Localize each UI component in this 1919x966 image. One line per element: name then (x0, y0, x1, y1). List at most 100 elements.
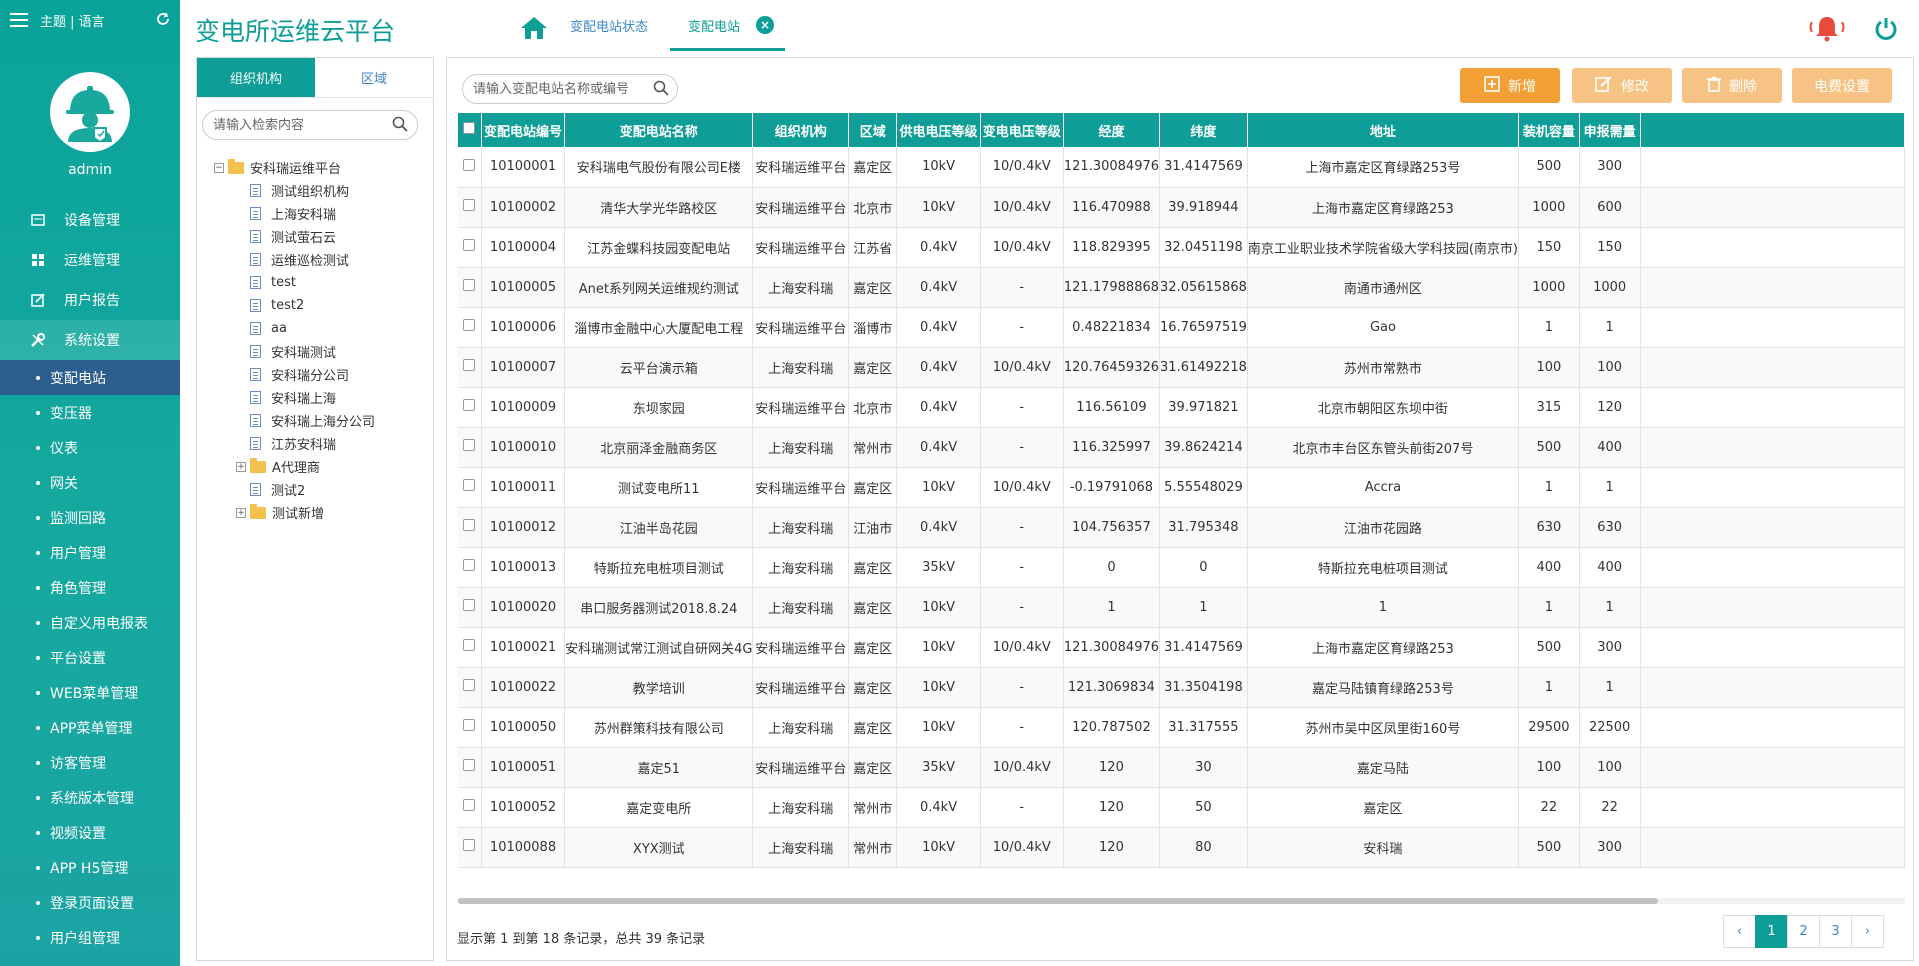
row-select-cell[interactable] (458, 547, 482, 588)
row-checkbox[interactable] (463, 679, 476, 691)
table-row[interactable]: 10100009 东坝家园 安科瑞运维平台 北京市 0.4kV -116.56109 39.… (458, 387, 1905, 428)
sidebar-subitem[interactable]: 变压器 (0, 395, 180, 430)
column-header[interactable]: 经度 (1063, 113, 1161, 147)
next-page-button[interactable]: › (1851, 915, 1884, 948)
row-select-cell[interactable] (458, 787, 482, 828)
table-row[interactable]: 10100004 江苏金蝶科技园变配电站 安科瑞运维平台 江苏省 0.4kV 10/0.4… (458, 227, 1905, 268)
tree-node[interactable]: test2 (214, 294, 429, 317)
fee-settings-button[interactable]: 电费设置 (1792, 68, 1892, 103)
sidebar-subitem[interactable]: 监测回路 (0, 500, 180, 535)
row-select-cell[interactable] (458, 427, 482, 468)
column-header[interactable]: 供电电压等级 (896, 113, 981, 147)
horizontal-scrollbar-thumb[interactable] (458, 898, 1658, 904)
edit-button[interactable]: 修改 (1572, 68, 1672, 103)
table-row[interactable]: 10100088 XYX测试 上海安科瑞 常州市 10kV 10/0.4kV 120 80 安科… (458, 827, 1905, 868)
tree-node[interactable]: test (214, 271, 429, 294)
column-header[interactable]: 装机容量 (1518, 113, 1580, 147)
row-checkbox[interactable] (463, 519, 476, 531)
search-icon[interactable] (392, 116, 408, 136)
tree-search-input[interactable] (202, 110, 418, 140)
sidebar-subitem[interactable]: 变配电站 (0, 360, 180, 395)
column-header[interactable]: 纬度 (1159, 113, 1248, 147)
page-button[interactable]: 2 (1787, 915, 1820, 948)
row-select-cell[interactable] (458, 467, 482, 508)
theme-language-link[interactable]: 主题 | 语言 (40, 11, 156, 30)
select-all-checkbox[interactable] (463, 122, 476, 134)
table-row[interactable]: 10100010 北京丽泽金融商务区 上海安科瑞 常州市 0.4kV -116.32599… (458, 427, 1905, 468)
sidebar-subitem[interactable]: 访客管理 (0, 745, 180, 780)
table-row[interactable]: 10100002 清华大学光华路校区 安科瑞运维平台 北京市 10kV 10/0.4kV 1… (458, 187, 1905, 228)
page-button[interactable]: 3 (1819, 915, 1852, 948)
row-checkbox[interactable] (463, 799, 476, 811)
table-row[interactable]: 10100011 测试变电所11 安科瑞运维平台 嘉定区 10kV 10/0.4kV -0.… (458, 467, 1905, 508)
table-row[interactable]: 10100001 安科瑞电气股份有限公司E楼 安科瑞运维平台 嘉定区 10kV 10/0.… (458, 147, 1905, 188)
row-select-cell[interactable] (458, 507, 482, 548)
sidebar-subitem[interactable]: 用户管理 (0, 535, 180, 570)
add-button[interactable]: 新增 (1460, 68, 1560, 103)
tree-node[interactable]: 江苏安科瑞 (214, 432, 429, 455)
row-select-cell[interactable] (458, 187, 482, 228)
row-checkbox[interactable] (463, 479, 476, 491)
sidebar-subitem[interactable]: 系统版本管理 (0, 780, 180, 815)
nav-user-report[interactable]: 用户报告 (0, 280, 180, 320)
sidebar-subitem[interactable]: 角色管理 (0, 570, 180, 605)
tree-node[interactable]: + 测试新增 (214, 501, 429, 524)
table-row[interactable]: 10100013 特斯拉充电桩项目测试 上海安科瑞 嘉定区 35kV -0 0 特斯拉充电桩项… (458, 547, 1905, 588)
sidebar-subitem[interactable]: 平台设置 (0, 640, 180, 675)
row-select-cell[interactable] (458, 707, 482, 748)
home-icon[interactable] (520, 16, 548, 44)
column-header[interactable]: 变配电站名称 (564, 113, 754, 147)
avatar[interactable] (50, 72, 130, 152)
prev-page-button[interactable]: ‹ (1723, 915, 1756, 948)
menu-icon[interactable] (10, 13, 28, 27)
row-select-cell[interactable] (458, 667, 482, 708)
tab-close-icon[interactable]: × (756, 16, 774, 34)
tree-node[interactable]: 安科瑞上海分公司 (214, 409, 429, 432)
row-checkbox[interactable] (463, 279, 476, 291)
sidebar-subitem[interactable]: APP H5管理 (0, 850, 180, 885)
sidebar-subitem[interactable]: WEB菜单管理 (0, 675, 180, 710)
tab-region[interactable]: 区域 (315, 58, 433, 97)
tree-node[interactable]: aa (214, 317, 429, 340)
row-select-cell[interactable] (458, 387, 482, 428)
sidebar-subitem[interactable]: APP菜单管理 (0, 710, 180, 745)
delete-button[interactable]: 删除 (1682, 68, 1782, 103)
row-checkbox[interactable] (463, 319, 476, 331)
tree-node[interactable]: 运维巡检测试 (214, 248, 429, 271)
expand-icon[interactable]: + (236, 507, 246, 518)
column-header[interactable]: 变配电站编号 (481, 113, 566, 147)
row-checkbox[interactable] (463, 719, 476, 731)
tree-node[interactable]: 测试2 (214, 478, 429, 501)
row-select-cell[interactable] (458, 627, 482, 668)
tab-organization[interactable]: 组织机构 (197, 58, 315, 97)
table-row[interactable]: 10100012 江油半岛花园 上海安科瑞 江油市 0.4kV -104.756357 31… (458, 507, 1905, 548)
row-checkbox[interactable] (463, 839, 476, 851)
sidebar-subitem[interactable]: 网关 (0, 465, 180, 500)
row-select-cell[interactable] (458, 827, 482, 868)
table-row[interactable]: 10100007 云平台演示箱 上海安科瑞 嘉定区 0.4kV 10/0.4kV 120.7… (458, 347, 1905, 388)
tree-node[interactable]: 测试组织机构 (214, 179, 429, 202)
table-row[interactable]: 10100006 淄博市金融中心大厦配电工程 安科瑞运维平台 淄博市 0.4kV -0.4… (458, 307, 1905, 348)
column-header[interactable]: 区域 (848, 113, 898, 147)
nav-device-management[interactable]: 设备管理 (0, 200, 180, 240)
row-checkbox[interactable] (463, 158, 476, 171)
nav-ops-management[interactable]: 运维管理 (0, 240, 180, 280)
row-checkbox[interactable] (463, 359, 476, 371)
column-header[interactable]: 地址 (1247, 113, 1520, 147)
tab-stations[interactable]: 变配电站 (688, 16, 740, 35)
tree-root[interactable]: − 安科瑞运维平台 (214, 156, 429, 179)
row-checkbox[interactable] (463, 759, 476, 771)
tree-node[interactable]: + A代理商 (214, 455, 429, 478)
row-select-cell[interactable] (458, 147, 482, 188)
nav-system-settings[interactable]: 系统设置 (0, 320, 180, 360)
row-checkbox[interactable] (463, 239, 476, 251)
row-checkbox[interactable] (463, 199, 476, 211)
row-select-cell[interactable] (458, 227, 482, 268)
page-button[interactable]: 1 (1755, 915, 1788, 948)
tree-node[interactable]: 安科瑞测试 (214, 340, 429, 363)
row-select-cell[interactable] (458, 587, 482, 628)
table-row[interactable]: 10100050 苏州群策科技有限公司 上海安科瑞 嘉定区 10kV -120.78750… (458, 707, 1905, 748)
table-row[interactable]: 10100021 安科瑞测试常江测试自研网关4G 安科瑞运维平台 嘉定区 10kV 10/… (458, 627, 1905, 668)
refresh-icon[interactable] (156, 11, 170, 30)
sidebar-subitem[interactable]: 用户组管理 (0, 920, 180, 955)
